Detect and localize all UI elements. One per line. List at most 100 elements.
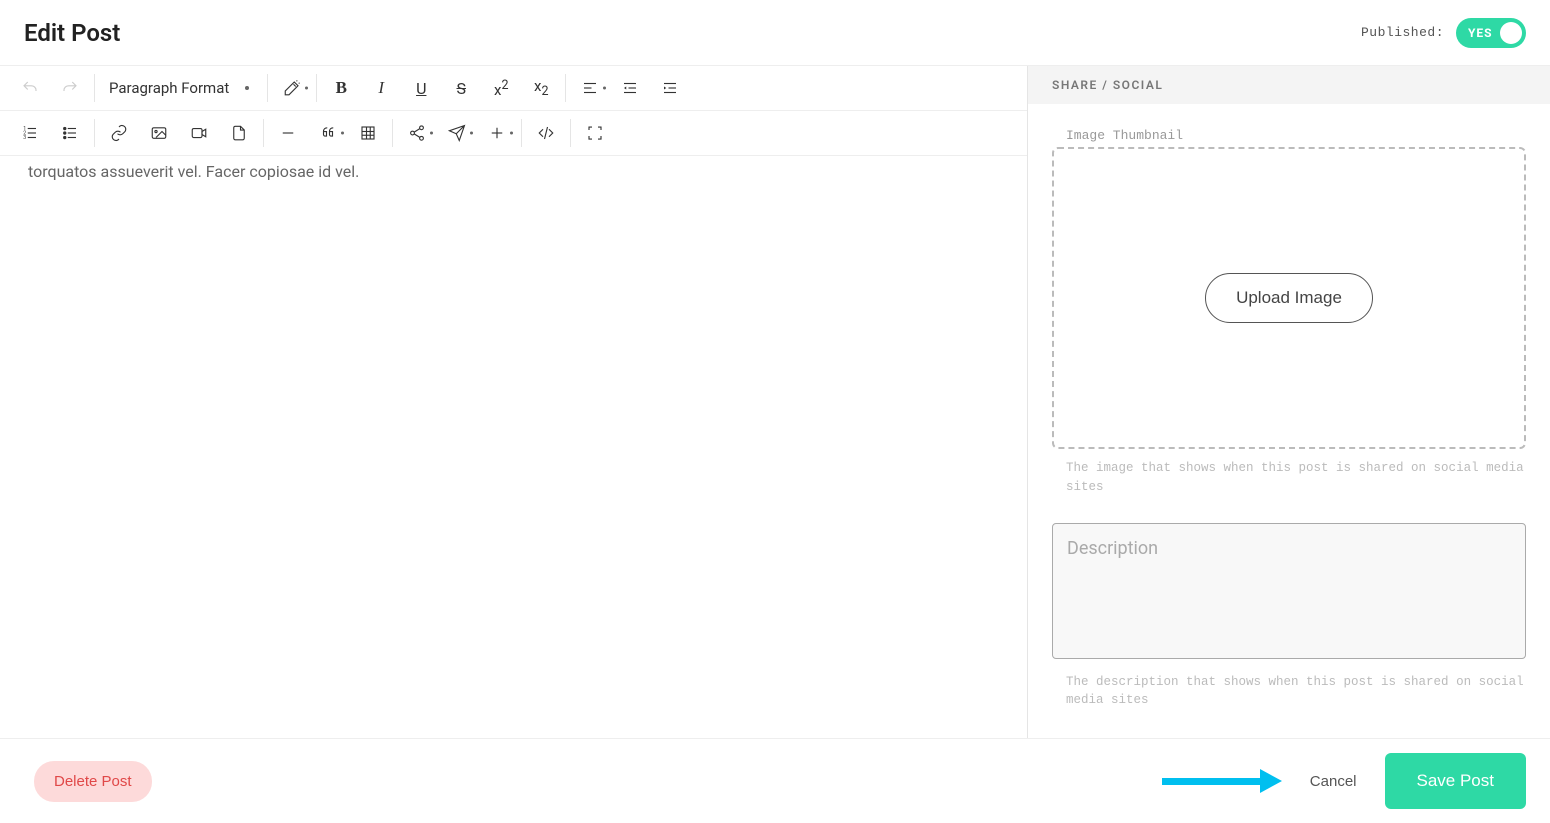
- upload-image-button[interactable]: Upload Image: [1205, 273, 1373, 323]
- delete-post-label: Delete Post: [54, 773, 132, 790]
- dropdown-indicator-icon: [470, 132, 473, 135]
- toolbar-divider: [94, 74, 95, 102]
- share-button[interactable]: [397, 115, 437, 151]
- subscript-button[interactable]: x2: [521, 70, 561, 106]
- dropdown-indicator-icon: [305, 87, 308, 90]
- toolbar-divider: [316, 74, 317, 102]
- save-post-button[interactable]: Save Post: [1385, 753, 1527, 809]
- table-button[interactable]: [348, 115, 388, 151]
- toolbar-divider: [94, 119, 95, 147]
- annotation-arrow: [1162, 771, 1282, 791]
- editor-column: Paragraph Format B I U S x2 x2: [0, 66, 1028, 738]
- indent-icon: [661, 79, 679, 97]
- send-button[interactable]: [437, 115, 477, 151]
- video-button[interactable]: [179, 115, 219, 151]
- editor-content[interactable]: torquatos assueverit vel. Facer copiosae…: [0, 156, 1027, 738]
- table-icon: [359, 124, 377, 142]
- ordered-list-button[interactable]: 123: [10, 115, 50, 151]
- minus-icon: [279, 124, 297, 142]
- toolbar-divider: [392, 119, 393, 147]
- toolbar-divider: [267, 74, 268, 102]
- indent-button[interactable]: [650, 70, 690, 106]
- sidebar-body: Image Thumbnail Upload Image The image t…: [1028, 104, 1550, 738]
- italic-button[interactable]: I: [361, 70, 401, 106]
- share-icon: [408, 124, 426, 142]
- superscript-button[interactable]: x2: [481, 70, 521, 106]
- link-button[interactable]: [99, 115, 139, 151]
- toggle-knob: [1500, 22, 1522, 44]
- dropdown-indicator-icon: [341, 132, 344, 135]
- published-label: Published:: [1361, 25, 1444, 40]
- main-area: Paragraph Format B I U S x2 x2: [0, 66, 1550, 738]
- fullscreen-button[interactable]: [575, 115, 615, 151]
- quote-icon: [319, 124, 337, 142]
- image-button[interactable]: [139, 115, 179, 151]
- published-toggle[interactable]: YES: [1456, 18, 1526, 48]
- toolbar-row-1: Paragraph Format B I U S x2 x2: [0, 66, 1027, 111]
- thumbnail-label: Image Thumbnail: [1066, 128, 1526, 143]
- paragraph-format-label: Paragraph Format: [109, 79, 229, 97]
- bold-icon: B: [336, 78, 347, 98]
- hr-button[interactable]: [268, 115, 308, 151]
- publish-toggle-group: Published: YES: [1361, 18, 1526, 48]
- fullscreen-icon: [586, 124, 604, 142]
- sidebar-section-header: SHARE / SOCIAL: [1028, 66, 1550, 104]
- editor-text-fragment: torquatos assueverit vel. Facer copiosae…: [28, 162, 359, 181]
- underline-button[interactable]: U: [401, 70, 441, 106]
- description-textarea[interactable]: [1052, 523, 1526, 659]
- dropdown-indicator-icon: [430, 132, 433, 135]
- dropdown-indicator-icon: [603, 87, 606, 90]
- strikethrough-button[interactable]: S: [441, 70, 481, 106]
- align-left-icon: [581, 79, 599, 97]
- superscript-icon: x2: [494, 78, 508, 99]
- thumbnail-helper-text: The image that shows when this post is s…: [1066, 459, 1526, 497]
- magic-wand-icon: [283, 79, 301, 97]
- cancel-label: Cancel: [1310, 773, 1357, 790]
- outdent-button[interactable]: [610, 70, 650, 106]
- undo-button[interactable]: [10, 70, 50, 106]
- toolbar-divider: [570, 119, 571, 147]
- video-icon: [190, 124, 208, 142]
- code-view-button[interactable]: [526, 115, 566, 151]
- image-icon: [150, 124, 168, 142]
- image-upload-dropzone[interactable]: Upload Image: [1052, 147, 1526, 449]
- sidebar: SHARE / SOCIAL Image Thumbnail Upload Im…: [1028, 66, 1550, 738]
- plus-icon: [488, 124, 506, 142]
- dropdown-indicator-icon: [510, 132, 513, 135]
- footer-right-group: Cancel Save Post: [1162, 753, 1526, 809]
- subscript-icon: x2: [534, 77, 548, 99]
- outdent-icon: [621, 79, 639, 97]
- dropdown-indicator-icon: [245, 86, 249, 90]
- header-bar: Edit Post Published: YES: [0, 0, 1550, 66]
- redo-button[interactable]: [50, 70, 90, 106]
- strikethrough-icon: S: [457, 79, 467, 98]
- file-button[interactable]: [219, 115, 259, 151]
- italic-icon: I: [378, 78, 384, 98]
- upload-image-label: Upload Image: [1236, 288, 1342, 307]
- toolbar-row-2: 123: [0, 111, 1027, 156]
- more-button[interactable]: [477, 115, 517, 151]
- save-post-label: Save Post: [1417, 771, 1495, 790]
- page-title: Edit Post: [24, 19, 120, 47]
- cancel-button[interactable]: Cancel: [1306, 763, 1361, 800]
- paragraph-format-dropdown[interactable]: Paragraph Format: [99, 70, 263, 106]
- align-button[interactable]: [570, 70, 610, 106]
- magic-format-button[interactable]: [272, 70, 312, 106]
- description-helper-text: The description that shows when this pos…: [1066, 673, 1526, 711]
- toggle-yes-text: YES: [1468, 26, 1493, 40]
- unordered-list-button[interactable]: [50, 115, 90, 151]
- bold-button[interactable]: B: [321, 70, 361, 106]
- ordered-list-icon: 123: [21, 124, 39, 142]
- footer-bar: Delete Post Cancel Save Post: [0, 738, 1550, 823]
- toolbar-divider: [565, 74, 566, 102]
- link-icon: [110, 124, 128, 142]
- svg-text:3: 3: [23, 135, 26, 141]
- arrow-line-icon: [1162, 778, 1262, 785]
- delete-post-button[interactable]: Delete Post: [34, 761, 152, 802]
- underline-icon: U: [416, 79, 426, 98]
- unordered-list-icon: [61, 124, 79, 142]
- arrow-head-icon: [1260, 769, 1282, 793]
- quote-button[interactable]: [308, 115, 348, 151]
- code-icon: [537, 124, 555, 142]
- toolbar-divider: [521, 119, 522, 147]
